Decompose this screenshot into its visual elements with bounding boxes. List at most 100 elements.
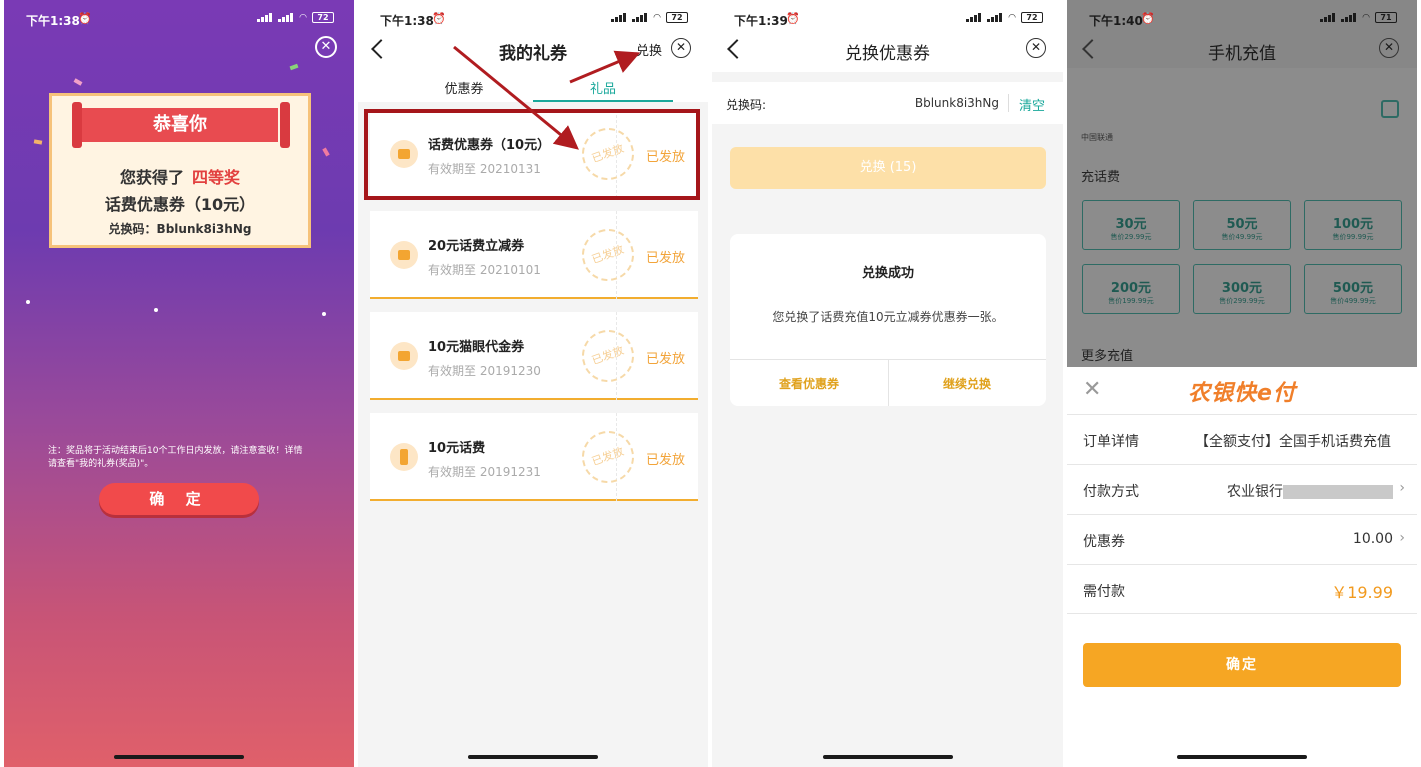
signal-icon — [987, 13, 1003, 22]
close-icon[interactable]: ✕ — [1379, 38, 1399, 58]
amount-option[interactable]: 300元 售价299.99元 — [1193, 264, 1291, 314]
confirm-button[interactable]: 确 定 — [99, 483, 259, 515]
alarm-icon: ⏰ — [786, 12, 800, 25]
phone-number-field[interactable] — [1067, 75, 1417, 153]
code-row: 兑换码: Bblunk8i3hNg 清空 — [712, 82, 1063, 124]
signal-icon — [257, 13, 273, 22]
won-line: 您获得了 四等奖 — [52, 164, 308, 188]
payment-method-row[interactable]: 付款方式 农业银行 › — [1067, 464, 1417, 514]
gift-status: 已发放 — [646, 251, 686, 266]
contacts-icon[interactable] — [1381, 100, 1399, 118]
order-row: 订单详情 【全额支付】全国手机话费充值 — [1067, 414, 1417, 464]
amount-option[interactable]: 100元 售价99.99元 — [1304, 200, 1402, 250]
gift-item[interactable]: 10元猫眼代金券 有效期至 20191230 已发放 已发放 — [370, 312, 698, 400]
scroll-end-left — [72, 102, 82, 148]
bank-name: 农业银行 — [1227, 484, 1283, 500]
gift-status: 已发放 — [646, 352, 686, 367]
confetti-decoration — [322, 147, 330, 157]
confetti-decoration — [73, 78, 83, 86]
payment-value: 农业银行 — [1227, 481, 1393, 501]
status-bar: 下午1:39 ⏰ ◠ 72 — [712, 0, 1063, 30]
continue-exchange-button[interactable]: 继续兑换 — [888, 375, 1046, 392]
dialog-title: 兑换成功 — [861, 266, 914, 281]
payment-label: 付款方式 — [1083, 484, 1139, 500]
gift-item[interactable]: 20元话费立减券 有效期至 20210101 已发放 已发放 — [370, 211, 698, 299]
coupon-label: 优惠券 — [1083, 534, 1125, 550]
gift-status: 已发放 — [646, 453, 686, 468]
status-bar: 下午1:38 ⏰ ◠ 72 — [4, 0, 354, 30]
confetti-decoration — [33, 139, 43, 145]
code-input[interactable]: Bblunk8i3hNg — [915, 96, 999, 110]
gift-item[interactable]: 10元话费 有效期至 20191231 已发放 已发放 — [370, 413, 698, 501]
page-title: 手机充值 — [1208, 44, 1276, 64]
gift-name: 20元话费立减券 — [428, 239, 525, 254]
scroll-end-right — [280, 102, 290, 148]
confetti-decoration — [26, 300, 30, 304]
home-indicator[interactable] — [468, 755, 598, 759]
close-icon[interactable]: ✕ — [315, 36, 337, 58]
page-title: 兑换优惠券 — [845, 44, 930, 64]
due-label: 需付款 — [1083, 584, 1125, 600]
amount-option[interactable]: 50元 售价49.99元 — [1193, 200, 1291, 250]
battery-icon: 72 — [1021, 12, 1043, 23]
battery-icon: 72 — [312, 12, 334, 23]
battery-icon: 71 — [1375, 12, 1397, 23]
alarm-icon: ⏰ — [1141, 12, 1155, 25]
section-more: 更多充值 — [1081, 349, 1134, 364]
status-time: 下午1:39 — [734, 14, 788, 28]
coupon-row[interactable]: 优惠券 10.00 › — [1067, 514, 1417, 564]
confetti-decoration — [154, 308, 158, 312]
code-label: 兑换码: — [726, 98, 767, 112]
confetti-decoration — [289, 63, 299, 71]
signal-icon — [278, 13, 294, 22]
gift-expiry: 有效期至 20191231 — [428, 465, 541, 479]
carrier-label: 中国联通 — [1081, 133, 1113, 142]
issued-stamp: 已发放 — [574, 221, 642, 289]
order-value: 【全额支付】全国手机话费充值 — [1195, 434, 1391, 450]
wifi-icon: ◠ — [299, 12, 307, 23]
success-dialog: 兑换成功 您兑换了话费充值10元立减券优惠券一张。 查看优惠券 继续兑换 — [730, 234, 1046, 406]
confirm-payment-button[interactable]: 确定 — [1083, 643, 1401, 687]
view-coupon-button[interactable]: 查看优惠券 — [730, 375, 888, 392]
chevron-right-icon: › — [1399, 480, 1405, 496]
section-recharge: 充话费 — [1081, 170, 1121, 185]
prize-card: 恭喜你 您获得了 四等奖 话费优惠券（10元） 兑换码：Bblunk8i3hNg — [49, 93, 311, 248]
phone-recharge-screen: 下午1:40 ⏰ ◠ 71 手机充值 ✕ 中国联通 充话费 30元 售价29.99… — [1067, 0, 1417, 767]
annotation-arrows — [453, 45, 641, 150]
payment-sheet: ✕ 农银快e付 订单详情 【全额支付】全国手机话费充值 付款方式 农业银行 › … — [1067, 367, 1417, 767]
status-time: 下午1:38 — [26, 14, 80, 28]
home-indicator[interactable] — [114, 755, 244, 759]
exchange-button[interactable]: 兑换 (15) — [730, 147, 1046, 189]
amount-option[interactable]: 500元 售价499.99元 — [1304, 264, 1402, 314]
due-value: ￥19.99 — [1331, 583, 1393, 602]
wifi-icon: ◠ — [1008, 12, 1016, 23]
confetti-decoration — [322, 312, 326, 316]
home-indicator[interactable] — [822, 755, 953, 759]
signal-icon — [1341, 13, 1357, 22]
congrats-title: 恭喜你 — [82, 108, 278, 142]
ticket-icon — [390, 241, 418, 269]
wifi-icon: ◠ — [1362, 12, 1370, 23]
alarm-icon: ⏰ — [78, 12, 92, 25]
phone-icon — [390, 443, 418, 471]
close-icon[interactable]: ✕ — [1026, 38, 1046, 58]
ticket-icon — [390, 342, 418, 370]
divider — [1008, 94, 1009, 112]
amount-option[interactable]: 200元 售价199.99元 — [1082, 264, 1180, 314]
order-label: 订单详情 — [1083, 434, 1139, 450]
prize-level: 四等奖 — [192, 168, 241, 187]
won-prefix: 您获得了 — [119, 168, 184, 187]
signal-icon — [966, 13, 982, 22]
arrow-to-exchange — [569, 50, 641, 84]
signal-icon — [1320, 13, 1336, 22]
arrow-to-coupon — [453, 45, 579, 150]
prize-note: 注：奖品将于活动结束后10个工作日内发放，请注意查收！详情请查看"我的礼券(奖品… — [48, 446, 303, 469]
brand-logo: 农银快e付 — [1188, 381, 1296, 406]
amount-option[interactable]: 30元 售价29.99元 — [1082, 200, 1180, 250]
status-bar: 下午1:40 ⏰ ◠ 71 — [1067, 0, 1417, 30]
my-gifts-screen: 下午1:38 ⏰ ◠ 72 我的礼券 兑换 ✕ 优惠券 礼品 话费优惠券（10元… — [358, 0, 708, 767]
home-indicator[interactable] — [1177, 755, 1307, 759]
clear-button[interactable]: 清空 — [1019, 95, 1045, 114]
chevron-right-icon: › — [1399, 530, 1405, 546]
redeem-code: 兑换码：Bblunk8i3hNg — [108, 222, 252, 236]
